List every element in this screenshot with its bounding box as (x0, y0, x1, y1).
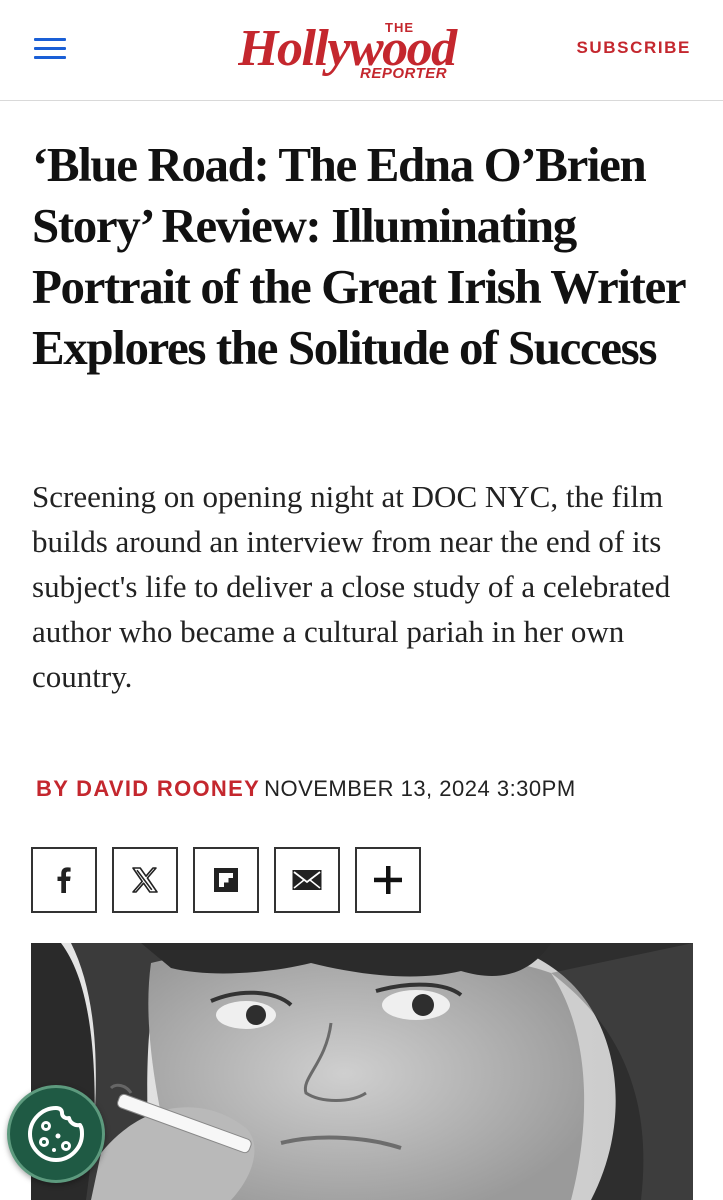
menu-button[interactable] (34, 36, 66, 62)
share-facebook-button[interactable] (31, 847, 97, 913)
site-header: THE Hollywood REPORTER SUBSCRIBE (0, 0, 723, 101)
facebook-icon (57, 867, 71, 893)
subscribe-button[interactable]: SUBSCRIBE (576, 38, 691, 58)
byline: By David Rooney NOVEMBER 13, 2024 3:30PM (36, 776, 576, 802)
site-logo[interactable]: THE Hollywood REPORTER (238, 10, 488, 86)
share-more-button[interactable] (355, 847, 421, 913)
hamburger-menu-icon (34, 38, 66, 41)
article-headline: ‘Blue Road: The Edna O’Brien Story’ Revi… (32, 137, 686, 375)
email-icon (292, 870, 322, 890)
share-flipboard-button[interactable] (193, 847, 259, 913)
plus-icon (374, 866, 402, 894)
publish-date: NOVEMBER 13, 2024 3:30PM (264, 776, 576, 801)
flipboard-icon (214, 868, 238, 892)
logo-bottom-text: REPORTER (360, 65, 447, 82)
x-twitter-icon (132, 867, 158, 893)
cookie-icon (28, 1106, 84, 1162)
share-x-button[interactable] (112, 847, 178, 913)
cookie-settings-button[interactable] (7, 1085, 105, 1183)
lead-photo[interactable] (31, 943, 693, 1200)
author-link[interactable]: By David Rooney (36, 776, 260, 801)
share-email-button[interactable] (274, 847, 340, 913)
article-dek: Screening on opening night at DOC NYC, t… (32, 479, 671, 694)
